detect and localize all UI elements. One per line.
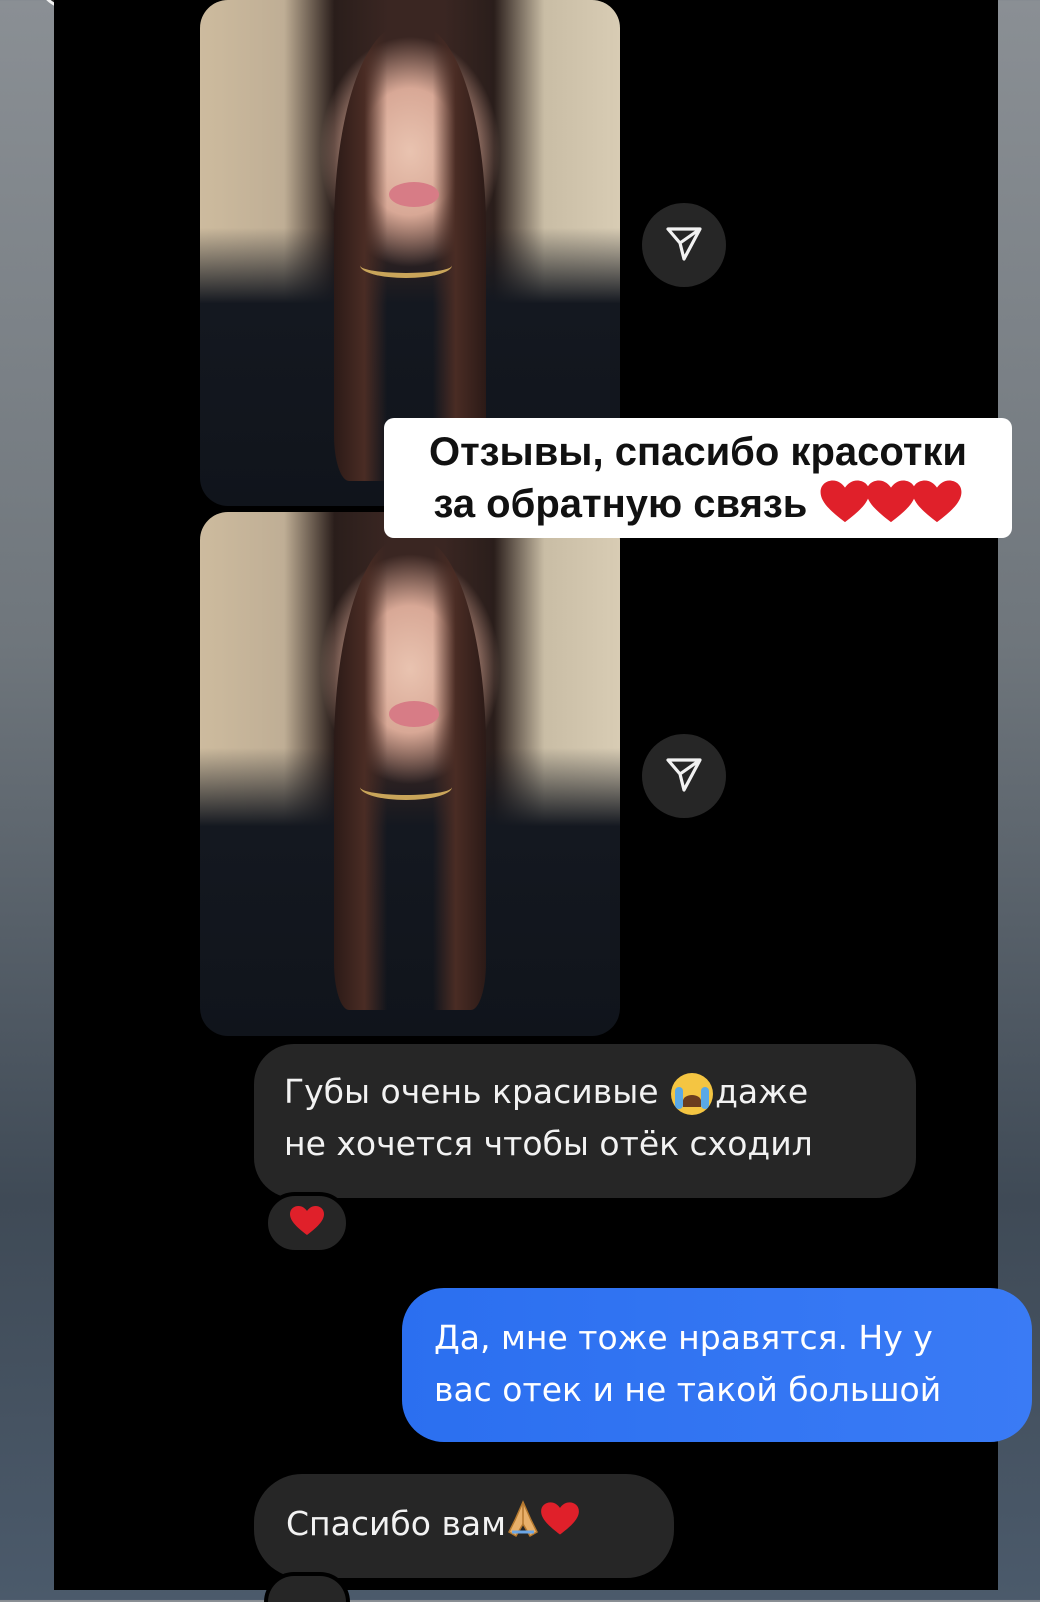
share-button-1[interactable] (642, 203, 726, 287)
caption-line-1: Отзывы, спасибо красотки (428, 430, 968, 474)
photo-detail-lips (389, 700, 440, 727)
red-heart-icon (540, 1500, 580, 1552)
paper-plane-icon (664, 223, 704, 268)
message-text-line: не хочется чтобы отёк сходил (284, 1124, 813, 1163)
incoming-message-2[interactable]: Спасибо вам (254, 1474, 674, 1578)
chat-thread: Губы очень красивые даже не хочется чтоб… (54, 0, 1032, 1602)
red-heart-icon (819, 480, 871, 526)
folded-hands-icon (506, 1498, 540, 1553)
paper-plane-icon (664, 754, 704, 799)
red-heart-icon (912, 480, 963, 526)
loudly-crying-face-icon (671, 1072, 714, 1115)
incoming-message-1[interactable]: Губы очень красивые даже не хочется чтоб… (254, 1044, 916, 1198)
caption-line-2: за обратную связь (433, 482, 808, 526)
story-caption-sticker: Отзывы, спасибо красотки за обратную свя… (384, 418, 1012, 538)
message-text: Спасибо вам (286, 1504, 507, 1543)
message-reaction[interactable] (264, 1192, 350, 1254)
message-reaction-partial[interactable] (264, 1572, 350, 1602)
message-text-line: Да, мне тоже нравятся. Ну у (434, 1318, 933, 1357)
red-heart-icon (289, 1205, 325, 1242)
photo-detail-necklace (359, 774, 452, 800)
message-text-line: даже (715, 1072, 809, 1111)
outgoing-message-1[interactable]: Да, мне тоже нравятся. Ну у вас отек и н… (402, 1288, 1032, 1442)
message-text-line: Губы очень красивые (284, 1072, 659, 1111)
shared-photo-2[interactable] (200, 512, 620, 1036)
share-button-2[interactable] (642, 734, 726, 818)
message-text-line: вас отек и не такой большой (434, 1370, 942, 1409)
